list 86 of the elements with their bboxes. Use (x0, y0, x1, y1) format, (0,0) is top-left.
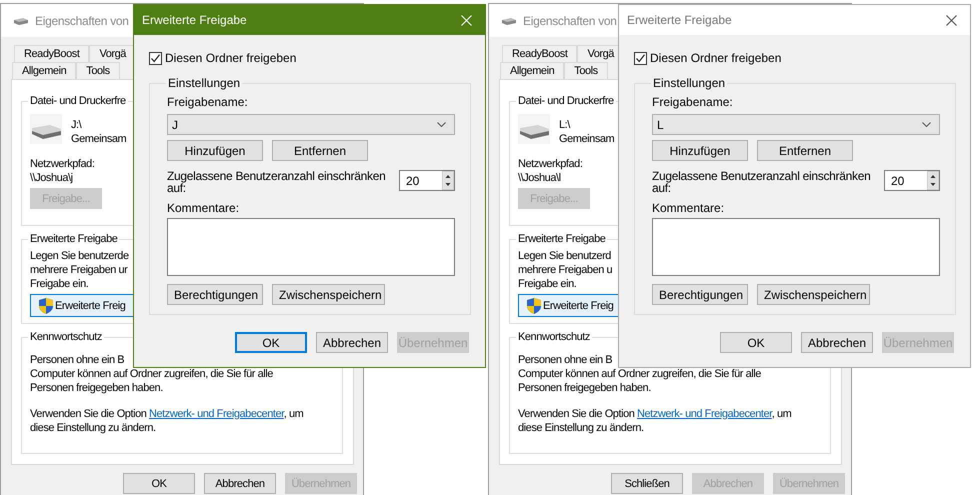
dialog-title: Erweiterte Freigabe (627, 13, 732, 27)
dialog-button[interactable]: Entfernen (757, 140, 853, 161)
user-limit-spinner[interactable]: 20 (399, 170, 455, 191)
group-title: Kennwortschutz (29, 330, 103, 345)
description-text: Personen ohne ein B (518, 353, 612, 367)
tab[interactable]: Vorgä (89, 45, 136, 62)
group-title: Datei- und Druckerfre (29, 94, 127, 109)
checkbox[interactable] (634, 52, 647, 64)
dialog-button[interactable]: Abbrechen (316, 332, 388, 353)
network-path: \\Joshua\j (30, 171, 73, 185)
tab[interactable]: ReadyBoost (14, 45, 90, 62)
dialog-button[interactable]: Berechtigungen (652, 284, 748, 305)
description-text: mehrere Freigaben ur (30, 263, 128, 277)
group-title: Einstellungen (167, 76, 242, 91)
tab[interactable]: Tools (564, 62, 608, 79)
hint-text: Verwenden Sie die Option Netzwerk- und Freigabecenter, um diese Einstellung zu ändern. (518, 407, 792, 435)
chevron-down-icon (437, 122, 446, 127)
checkbox[interactable] (149, 52, 162, 64)
dialog-button[interactable]: OK (235, 332, 307, 353)
dialog-button[interactable]: OK (720, 332, 792, 353)
description-text: Computer können auf Ordner zugreifen, die Sie für alle (518, 367, 761, 381)
description-text: Computer können auf Ordner zugreifen, die Sie für alle (30, 367, 273, 381)
description-text: Personen freigegeben haben. (518, 381, 651, 395)
group-title: Einstellungen (652, 76, 726, 91)
path-label: Netzwerkpfad: (30, 157, 94, 171)
description-text: Freigabe ein. (30, 277, 88, 291)
spin-arrows-icon (442, 171, 454, 190)
tab[interactable]: Tools (76, 62, 120, 79)
spin-arrows-icon (927, 171, 939, 190)
drive-letter: J:\ (71, 118, 83, 132)
window-title: Eigenschaften von (523, 14, 617, 28)
path-label: Netzwerkpfad: (518, 157, 582, 171)
network-path: \\Joshua\l (518, 171, 561, 185)
field-label: Zugelassene Benutzeranzahl einschränken auf: (167, 170, 386, 194)
dialog-button[interactable]: Berechtigungen (167, 284, 263, 305)
description-text: Personen freigegeben haben. (30, 381, 163, 395)
dialog-button[interactable]: Zwischenspeichern (757, 284, 870, 305)
tab[interactable]: Allgemein (500, 62, 564, 79)
tab[interactable]: Allgemein (12, 62, 76, 79)
network-center-link[interactable]: Netzwerk- und Freigabecenter (637, 408, 772, 420)
shield-icon (39, 298, 53, 314)
dialog-button[interactable]: Hinzufügen (652, 140, 748, 161)
comments-field[interactable] (167, 218, 455, 276)
dialog-button[interactable]: Hinzufügen (167, 140, 263, 161)
description-text: mehrere Freigaben u (518, 263, 612, 277)
checkbox-label: Diesen Ordner freigeben (165, 51, 296, 65)
shield-icon (527, 298, 541, 314)
group-title: Erweiterte Freigabe (29, 232, 118, 247)
group-title: Erweiterte Freigabe (517, 232, 606, 247)
user-limit-spinner[interactable]: 20 (884, 170, 940, 191)
share-status: Gemeinsam (71, 132, 126, 146)
description-text: Personen ohne ein B (30, 353, 124, 367)
dialog-button[interactable]: Zwischenspeichern (272, 284, 385, 305)
checkbox-label: Diesen Ordner freigeben (650, 51, 782, 65)
dialog-button[interactable]: Schließen (611, 473, 683, 494)
drive-icon (13, 16, 29, 24)
dialog-button[interactable]: OK (123, 473, 195, 494)
description-text: Legen Sie benutzerde (30, 249, 129, 263)
network-center-link[interactable]: Netzwerk- und Freigabecenter (149, 408, 284, 420)
close-icon (946, 14, 956, 26)
comments-field[interactable] (652, 218, 940, 276)
field-label: Kommentare: (652, 201, 724, 215)
tab[interactable]: ReadyBoost (502, 45, 578, 62)
drive-icon (501, 16, 517, 24)
window-title: Eigenschaften von (35, 14, 129, 28)
field-label: Zugelassene Benutzeranzahl einschränken auf: (652, 170, 872, 194)
drive-icon (518, 114, 550, 144)
chevron-down-icon (922, 122, 931, 127)
dialog-button[interactable]: Abbrechen (204, 473, 276, 494)
group-title: Kennwortschutz (517, 330, 591, 345)
field-label: Freigabename: (167, 95, 248, 109)
drive-letter: L:\ (559, 118, 572, 132)
field-label: Freigabename: (652, 95, 733, 109)
description-text: Freigabe ein. (518, 277, 576, 291)
share-name-dropdown[interactable]: L (652, 114, 940, 135)
share-name-dropdown[interactable]: J (167, 114, 455, 135)
dialog-title: Erweiterte Freigabe (142, 13, 247, 27)
hint-text: Verwenden Sie die Option Netzwerk- und Freigabecenter, um diese Einstellung zu ändern. (30, 407, 304, 435)
description-text: Legen Sie benutzerd (518, 249, 611, 263)
group-title: Datei- und Druckerfre (517, 94, 615, 109)
share-status: Gemeinsam (559, 132, 614, 146)
drive-icon (30, 114, 62, 144)
dialog-button[interactable]: Entfernen (272, 140, 368, 161)
dialog-button[interactable]: Abbrechen (801, 332, 873, 353)
close-icon (460, 14, 472, 26)
field-label: Kommentare: (167, 201, 240, 215)
